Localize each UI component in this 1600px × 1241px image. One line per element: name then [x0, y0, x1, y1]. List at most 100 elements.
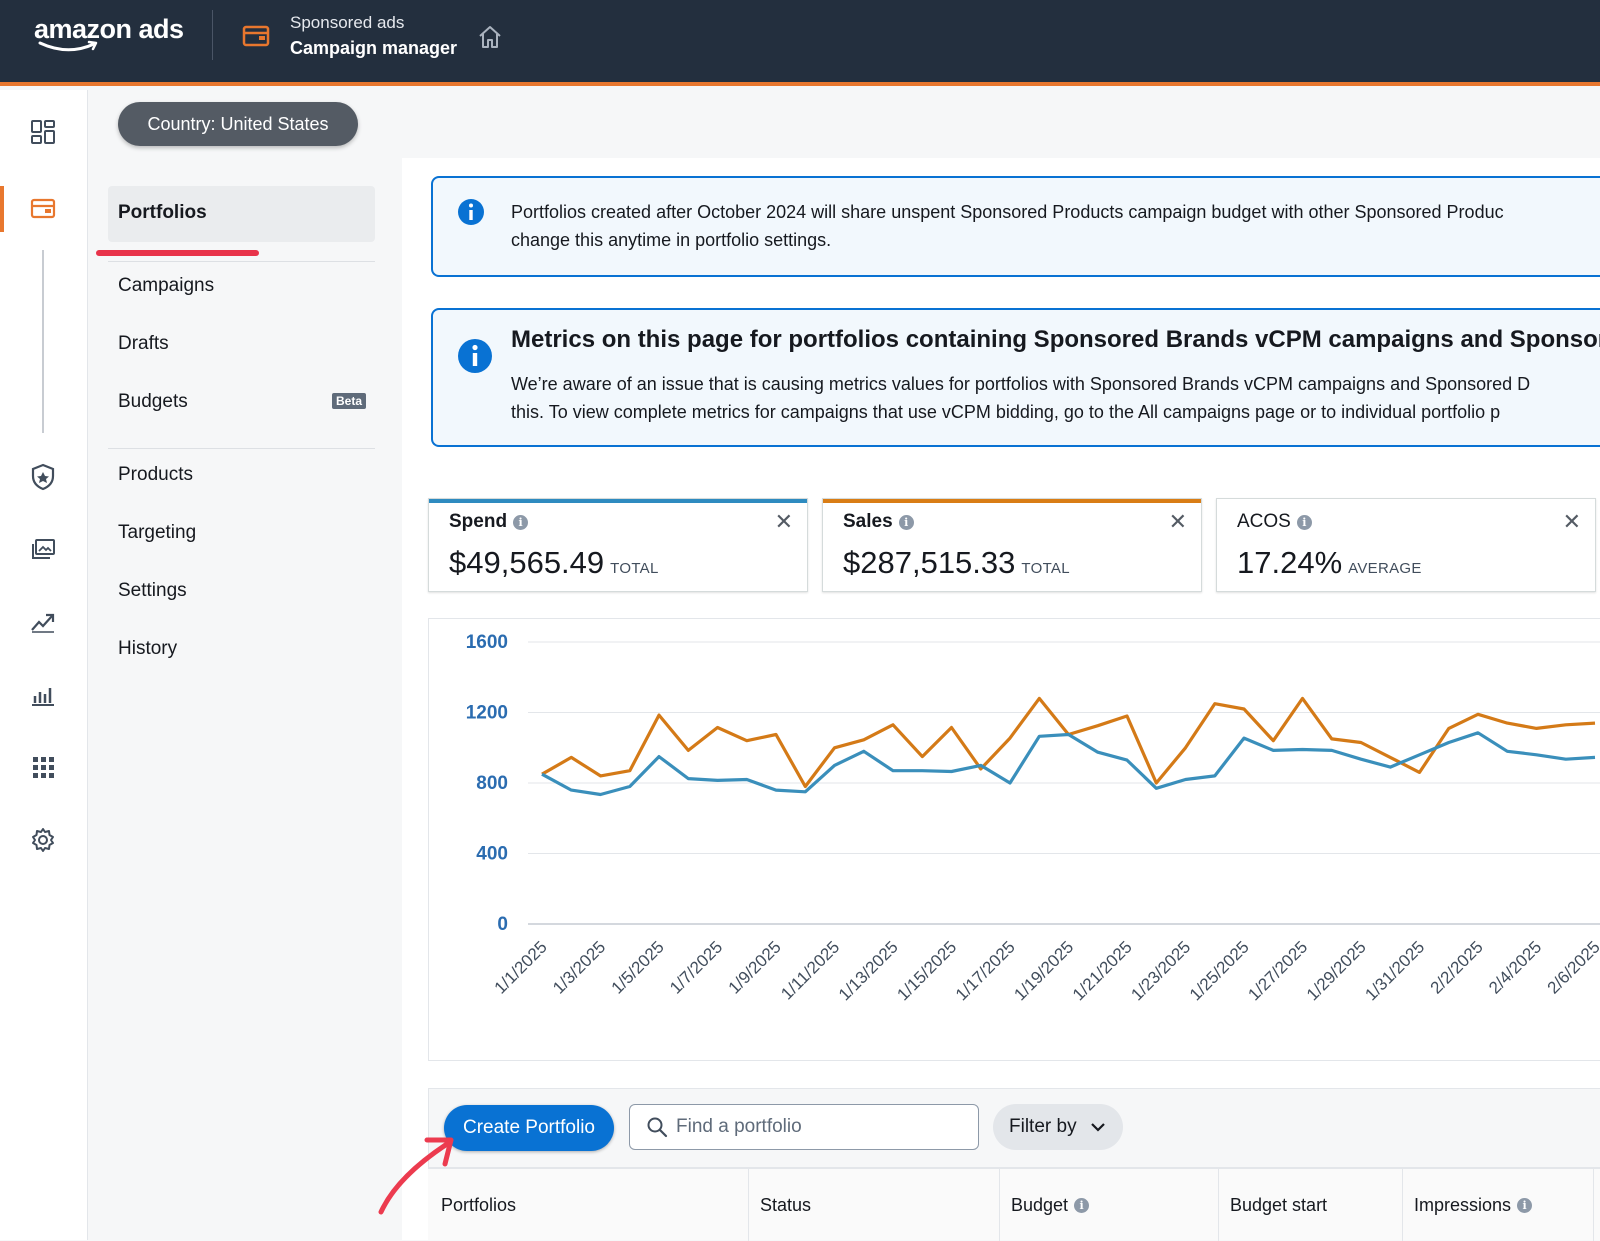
spend-series-color-bar — [429, 499, 807, 503]
nav-item-history[interactable]: History — [118, 638, 177, 660]
search-icon — [647, 1117, 668, 1138]
x-tick-label: 1/15/2025 — [893, 937, 960, 1004]
x-tick-label: 1/29/2025 — [1303, 937, 1370, 1004]
chevron-down-icon — [1090, 1123, 1105, 1132]
nav-item-settings[interactable]: Settings — [118, 580, 187, 602]
nav-item-budgets[interactable]: Budgets — [118, 391, 188, 413]
close-icon[interactable]: ✕ — [1563, 509, 1581, 535]
nav-active-underline — [96, 250, 259, 256]
y-tick-label: 1200 — [466, 703, 508, 724]
sub-navigation: Portfolios Campaigns Drafts Budgets Beta… — [88, 158, 402, 1240]
x-tick-label: 1/13/2025 — [835, 937, 902, 1004]
info-icon[interactable]: i — [513, 514, 529, 530]
x-tick-label: 1/31/2025 — [1361, 937, 1428, 1004]
x-tick-label: 2/2/2025 — [1427, 937, 1487, 997]
x-tick-label: 1/21/2025 — [1069, 937, 1136, 1004]
close-icon[interactable]: ✕ — [1169, 509, 1187, 535]
metric-label: Sales i — [843, 511, 914, 533]
metric-label: ACOS i — [1237, 511, 1312, 533]
x-tick-label: 1/11/2025 — [777, 937, 843, 1003]
x-tick-label: 1/3/2025 — [549, 937, 609, 997]
column-divider — [748, 1169, 749, 1241]
info-icon[interactable]: i — [1517, 1198, 1533, 1213]
filter-by-button[interactable]: Filter by — [993, 1104, 1123, 1150]
alert-text-line: change this anytime in portfolio setting… — [511, 230, 832, 250]
x-tick-label: 1/23/2025 — [1127, 937, 1194, 1004]
nav-item-campaigns[interactable]: Campaigns — [118, 275, 214, 297]
column-divider — [999, 1169, 1000, 1241]
bar-chart-icon[interactable] — [28, 680, 58, 710]
info-icon[interactable]: i — [898, 514, 914, 530]
gear-icon[interactable] — [28, 825, 58, 855]
search-field — [629, 1104, 979, 1150]
nav-item-targeting[interactable]: Targeting — [118, 522, 196, 544]
column-divider — [1402, 1169, 1403, 1241]
info-icon[interactable]: i — [1074, 1198, 1090, 1213]
beta-badge: Beta — [332, 393, 367, 409]
y-tick-label: 0 — [497, 914, 508, 935]
nav-item-products[interactable]: Products — [118, 464, 193, 486]
x-tick-label: 2/6/2025 — [1544, 937, 1600, 997]
shield-icon[interactable] — [28, 462, 58, 492]
amazon-smile-icon — [38, 40, 98, 52]
nav-divider — [108, 261, 375, 262]
metric-card-spend[interactable]: Spend i ✕ $49,565.49 TOTAL — [428, 498, 808, 592]
header-section-label: Sponsored ads — [290, 13, 405, 32]
y-tick-label: 800 — [476, 773, 508, 794]
metric-value: $287,515.33 TOTAL — [843, 545, 1070, 580]
column-header-budget[interactable]: Budget i — [1011, 1195, 1090, 1216]
wallet-icon[interactable] — [28, 194, 58, 224]
y-tick-label: 400 — [476, 844, 508, 865]
alert-title: Metrics on this page for portfolios cont… — [511, 326, 1600, 353]
close-icon[interactable]: ✕ — [775, 509, 793, 535]
column-header-status[interactable]: Status — [760, 1195, 811, 1216]
x-tick-label: 1/7/2025 — [666, 937, 726, 997]
alert-text-line: Portfolios created after October 2024 wi… — [511, 202, 1504, 222]
apps-grid-icon[interactable] — [28, 752, 58, 782]
create-portfolio-button[interactable]: Create Portfolio — [444, 1105, 614, 1151]
x-tick-label: 1/25/2025 — [1186, 937, 1253, 1004]
x-tick-label: 1/1/2025 — [491, 937, 551, 997]
header-divider — [212, 10, 213, 60]
y-tick-label: 1600 — [466, 632, 508, 653]
top-bar: amazon ads Sponsored ads Campaign manage… — [0, 0, 1600, 86]
dashboard-icon[interactable] — [28, 117, 58, 147]
home-icon[interactable] — [476, 23, 504, 51]
filter-by-label: Filter by — [1009, 1116, 1077, 1137]
x-tick-label: 1/19/2025 — [1010, 937, 1077, 1004]
nav-item-portfolios[interactable]: Portfolios — [118, 202, 207, 224]
nav-item-drafts[interactable]: Drafts — [118, 333, 169, 355]
series-line-sales[interactable] — [541, 696, 1596, 789]
performance-line-chart: 0400800120016001/1/20251/3/20251/5/20251… — [466, 632, 1600, 1004]
search-input[interactable] — [676, 1114, 966, 1140]
header-title: Campaign manager — [290, 38, 458, 58]
column-header-impressions[interactable]: Impressions i — [1414, 1195, 1533, 1216]
info-alert-metrics-issue: Metrics on this page for portfolios cont… — [431, 308, 1600, 447]
alert-text-line: this. To view complete metrics for campa… — [511, 402, 1501, 422]
x-tick-label: 1/5/2025 — [608, 937, 668, 997]
rail-active-indicator — [0, 186, 4, 232]
column-divider — [1218, 1169, 1219, 1241]
metric-value: $49,565.49 TOTAL — [449, 545, 659, 580]
alert-text-line: We’re aware of an issue that is causing … — [511, 374, 1531, 394]
table-header: Portfolios Status Budget i Budget start I… — [428, 1168, 1600, 1241]
x-tick-label: 2/4/2025 — [1485, 937, 1545, 997]
media-icon[interactable] — [28, 534, 58, 564]
info-icon — [458, 339, 492, 373]
info-icon — [458, 199, 484, 225]
annotation-arrow-icon — [378, 1137, 454, 1215]
info-alert-budget-sharing: Portfolios created after October 2024 wi… — [431, 176, 1600, 277]
nav-divider — [108, 448, 375, 449]
x-tick-label: 1/17/2025 — [952, 937, 1019, 1004]
x-tick-label: 1/27/2025 — [1244, 937, 1311, 1004]
rail-connector-line — [42, 250, 44, 433]
metric-card-acos[interactable]: ACOS i ✕ 17.24% AVERAGE — [1216, 498, 1596, 592]
metric-label: Spend i — [449, 511, 529, 533]
info-icon[interactable]: i — [1296, 514, 1312, 530]
metric-value: 17.24% AVERAGE — [1237, 545, 1422, 580]
column-header-budget-start[interactable]: Budget start — [1230, 1195, 1327, 1216]
column-divider — [1593, 1169, 1594, 1241]
country-selector[interactable]: Country: United States — [118, 102, 358, 146]
metric-card-sales[interactable]: Sales i ✕ $287,515.33 TOTAL — [822, 498, 1202, 592]
trend-icon[interactable] — [28, 607, 58, 637]
